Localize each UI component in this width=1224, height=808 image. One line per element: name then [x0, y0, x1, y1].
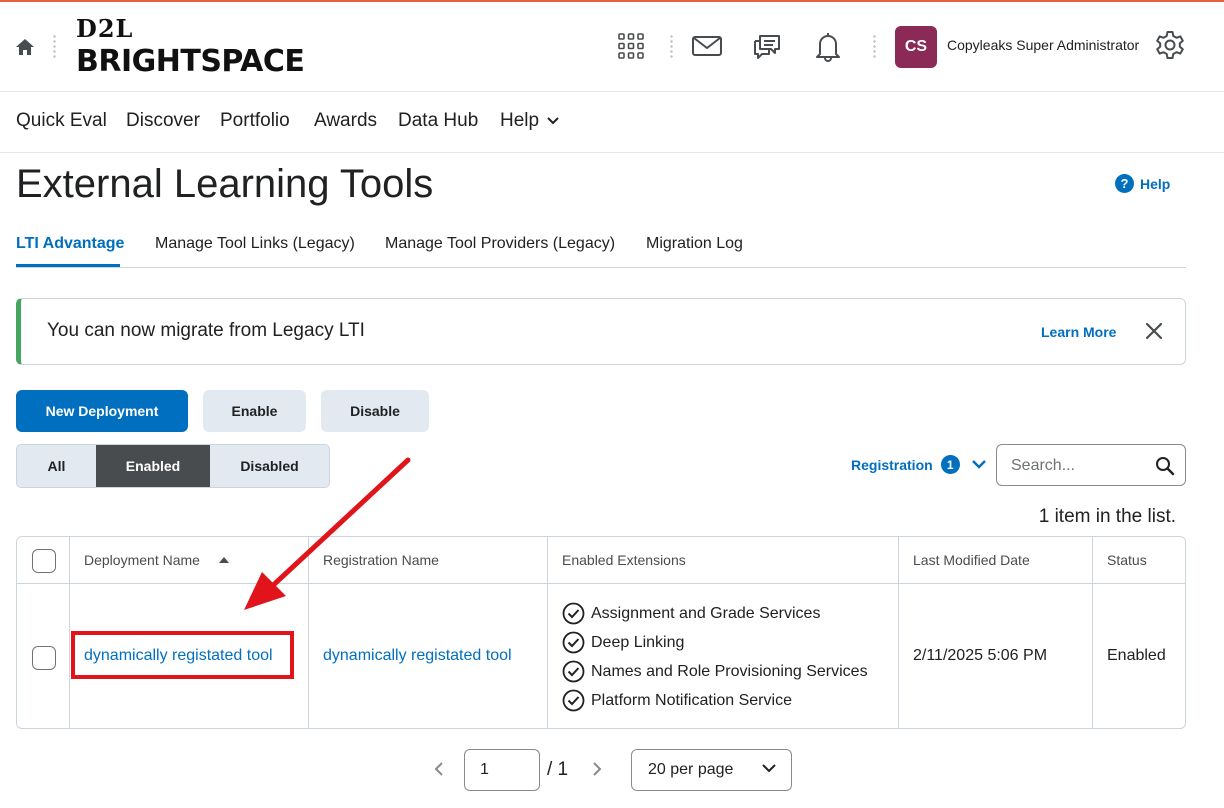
per-page-value: 20 per page — [648, 761, 734, 778]
column-divider — [547, 537, 548, 728]
help-icon: ? — [1115, 174, 1134, 193]
close-icon[interactable] — [1143, 320, 1165, 342]
extensions-list: Assignment and Grade Services Deep Linki… — [562, 599, 868, 715]
enable-button[interactable]: Enable — [203, 390, 306, 432]
list-item: Platform Notification Service — [562, 686, 868, 715]
page-title: External Learning Tools — [16, 162, 434, 206]
registration-count-badge: 1 — [940, 455, 960, 474]
nav-item-help[interactable]: Help — [500, 110, 559, 132]
search-icon[interactable] — [1155, 456, 1175, 476]
gear-icon[interactable] — [1154, 29, 1186, 61]
nav-item-awards[interactable]: Awards — [314, 110, 377, 132]
mail-icon[interactable] — [691, 30, 723, 62]
new-deployment-button[interactable]: New Deployment — [16, 390, 188, 432]
page-number-input[interactable] — [464, 749, 540, 791]
check-circle-icon — [562, 689, 585, 712]
nav-item-help-label: Help — [500, 110, 540, 131]
extension-label: Names and Role Provisioning Services — [591, 662, 868, 680]
check-circle-icon — [562, 602, 585, 625]
header-last-modified-date[interactable]: Last Modified Date — [913, 552, 1030, 568]
brightspace-logo[interactable]: D2L BRIGHTSPACE — [76, 14, 316, 80]
logo-brightspace-text: BRIGHTSPACE — [76, 44, 305, 79]
registration-name-link[interactable]: dynamically registated tool — [323, 647, 512, 665]
tab-manage-tool-providers[interactable]: Manage Tool Providers (Legacy) — [385, 235, 615, 253]
header-deployment-name[interactable]: Deployment Name — [84, 552, 200, 568]
nav-item-discover[interactable]: Discover — [126, 110, 200, 132]
header-status[interactable]: Status — [1107, 552, 1147, 568]
alert-message: You can now migrate from Legacy LTI — [47, 320, 365, 341]
help-link[interactable]: ? Help — [1115, 174, 1170, 193]
navbar: Quick Eval Discover Portfolio Awards Dat… — [0, 92, 1224, 153]
extension-label: Deep Linking — [591, 633, 685, 651]
logo-d2l-text: D2L — [76, 14, 134, 43]
status-filter: All Enabled Disabled — [16, 444, 330, 488]
bell-icon[interactable] — [812, 30, 844, 62]
home-icon[interactable] — [14, 36, 36, 58]
check-circle-icon — [562, 660, 585, 683]
help-link-label: Help — [1140, 175, 1171, 192]
chevron-down-icon — [762, 764, 776, 773]
column-divider — [898, 537, 899, 728]
divider — [670, 34, 673, 60]
divider — [873, 34, 876, 60]
chevron-down-icon — [971, 460, 986, 469]
header-enabled-extensions: Enabled Extensions — [562, 552, 686, 568]
registration-filter-label: Registration — [851, 456, 933, 473]
list-item: Names and Role Provisioning Services — [562, 657, 868, 686]
nav-item-quick-eval[interactable]: Quick Eval — [16, 110, 107, 132]
per-page-select[interactable]: 20 per page — [631, 749, 792, 791]
extension-label: Assignment and Grade Services — [591, 604, 821, 622]
list-item: Assignment and Grade Services — [562, 599, 868, 628]
chevron-left-icon[interactable] — [430, 760, 448, 778]
learn-more-link[interactable]: Learn More — [1041, 324, 1116, 340]
list-item: Deep Linking — [562, 628, 868, 657]
select-all-checkbox[interactable] — [32, 549, 56, 573]
filter-disabled[interactable]: Disabled — [210, 445, 329, 487]
column-divider — [1092, 537, 1093, 728]
search-input[interactable] — [1011, 455, 1151, 477]
avatar[interactable]: CS — [895, 26, 937, 68]
search-box — [996, 444, 1186, 486]
disable-button[interactable]: Disable — [321, 390, 429, 432]
item-count: 1 item in the list. — [1038, 506, 1176, 527]
header-registration-name[interactable]: Registration Name — [323, 552, 439, 568]
tab-manage-tool-links[interactable]: Manage Tool Links (Legacy) — [155, 235, 355, 253]
migration-alert: You can now migrate from Legacy LTI Lear… — [16, 298, 1186, 365]
check-circle-icon — [562, 631, 585, 654]
tab-bar: LTI Advantage Manage Tool Links (Legacy)… — [16, 226, 1186, 268]
annotation-highlight-box — [71, 631, 294, 679]
chevron-down-icon — [547, 117, 559, 125]
apps-grid-icon[interactable] — [615, 30, 647, 62]
chat-icon[interactable] — [751, 30, 783, 62]
status-value: Enabled — [1107, 647, 1166, 664]
nav-item-data-hub[interactable]: Data Hub — [398, 110, 478, 132]
row-checkbox[interactable] — [32, 646, 56, 670]
nav-item-portfolio[interactable]: Portfolio — [220, 110, 290, 132]
sort-ascending-icon[interactable] — [219, 557, 229, 563]
filter-enabled[interactable]: Enabled — [96, 445, 210, 487]
last-modified-value: 2/11/2025 5:06 PM — [913, 647, 1048, 664]
tab-migration-log[interactable]: Migration Log — [646, 235, 743, 253]
divider — [53, 34, 56, 60]
chevron-right-icon[interactable] — [588, 760, 606, 778]
tab-lti-advantage[interactable]: LTI Advantage — [16, 235, 124, 253]
column-divider — [308, 537, 309, 728]
header: D2L BRIGHTSPACE CS Copyleaks Super Admin… — [0, 2, 1224, 92]
active-tab-indicator — [16, 264, 120, 267]
page-total: / 1 — [547, 759, 569, 780]
registration-filter[interactable]: Registration 1 — [851, 455, 986, 474]
extension-label: Platform Notification Service — [591, 691, 792, 709]
filter-all[interactable]: All — [17, 445, 96, 487]
column-divider — [69, 537, 70, 728]
username[interactable]: Copyleaks Super Administrator — [947, 37, 1139, 53]
